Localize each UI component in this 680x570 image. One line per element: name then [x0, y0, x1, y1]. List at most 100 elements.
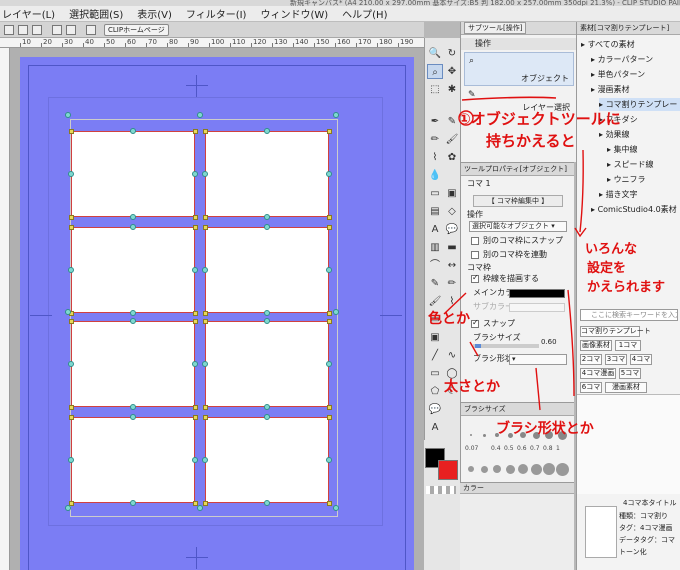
brush-size-preset[interactable]	[543, 463, 555, 475]
ruler-icon[interactable]: ▬	[444, 240, 460, 255]
panel-corner-handle[interactable]	[193, 311, 198, 316]
rectangle-icon[interactable]: ▭	[427, 366, 443, 381]
material-tree-item[interactable]: ▸ すべての素材	[581, 38, 635, 51]
menu-layer[interactable]: レイヤー(L)	[2, 6, 55, 21]
sub-color-swatch[interactable]	[509, 303, 565, 312]
selection-icon[interactable]: ⬚	[427, 82, 443, 97]
tag-button[interactable]: コマ割りテンプレート	[580, 326, 651, 337]
menu-window[interactable]: ウィンドウ(W)	[260, 6, 328, 21]
material-tree-item[interactable]: ▸ カラーパターン	[591, 53, 653, 66]
panel-handle[interactable]	[130, 310, 136, 316]
gradient-icon[interactable]: ▤	[427, 204, 443, 219]
rotate-icon[interactable]: ↻	[444, 46, 460, 61]
panel-corner-handle[interactable]	[193, 415, 198, 420]
new-icon[interactable]	[4, 25, 14, 35]
menu-view[interactable]: 表示(V)	[137, 6, 172, 21]
panel-corner-handle[interactable]	[327, 129, 332, 134]
material-tree-item[interactable]: ▸ 描き文字	[599, 188, 638, 201]
panel-handle[interactable]	[326, 267, 332, 273]
panel-handle[interactable]	[264, 500, 270, 506]
panel-corner-handle[interactable]	[327, 501, 332, 506]
pencil-icon[interactable]: ✏	[427, 132, 443, 147]
material-tree-item[interactable]: ▸ 集中線	[607, 143, 638, 156]
panel-handle[interactable]	[264, 318, 270, 324]
blend-icon[interactable]: 💧	[427, 168, 443, 183]
main-color-swatch[interactable]	[509, 289, 565, 298]
panel-handle[interactable]	[264, 404, 270, 410]
brush-size-preset[interactable]	[470, 434, 472, 436]
panel-handle[interactable]	[130, 214, 136, 220]
panel-handle[interactable]	[192, 267, 198, 273]
panel-handle[interactable]	[130, 404, 136, 410]
menu-help[interactable]: ヘルプ(H)	[342, 6, 387, 21]
correct-line-icon[interactable]: ⌒	[427, 258, 443, 273]
panel-handle[interactable]	[68, 361, 74, 367]
zoom-icon[interactable]: 🔍	[427, 46, 443, 61]
selection-handle[interactable]	[65, 112, 71, 118]
text-icon[interactable]: A	[427, 420, 443, 435]
balloon-icon[interactable]: 💬	[427, 402, 443, 417]
brush-size-preset[interactable]	[530, 463, 542, 475]
brush-size-preset[interactable]	[505, 464, 515, 474]
panel-corner-handle[interactable]	[203, 319, 208, 324]
tag-button[interactable]: 5コマ	[619, 368, 641, 379]
selection-handle[interactable]	[333, 309, 339, 315]
material-tree-item[interactable]: ▸ 漫画素材	[591, 83, 630, 96]
comic-panel[interactable]	[71, 131, 195, 217]
color-tab[interactable]: カラー	[460, 483, 574, 494]
comic-panel[interactable]	[205, 417, 329, 503]
panel-corner-handle[interactable]	[69, 215, 74, 220]
panel-corner-handle[interactable]	[203, 311, 208, 316]
tag-button[interactable]: 4コマ	[630, 354, 652, 365]
material-thumbnail[interactable]	[585, 506, 617, 558]
comic-panel[interactable]	[71, 417, 195, 503]
panel-corner-handle[interactable]	[69, 415, 74, 420]
brush-size-preset[interactable]	[493, 465, 501, 473]
panel-corner-handle[interactable]	[203, 415, 208, 420]
operation-tool-icon[interactable]: ⌕	[427, 64, 443, 79]
panel-corner-handle[interactable]	[203, 405, 208, 410]
menu-filter[interactable]: フィルター(I)	[186, 6, 247, 21]
panel-corner-handle[interactable]	[193, 215, 198, 220]
material-tree-item[interactable]: ▸ ウニフラ	[607, 173, 646, 186]
move-layer-icon[interactable]: ✥	[444, 64, 460, 79]
panel-handle[interactable]	[192, 171, 198, 177]
panel-handle[interactable]	[130, 128, 136, 134]
panel-handle[interactable]	[326, 457, 332, 463]
frame-border-icon[interactable]: ▥	[427, 240, 443, 255]
settings-icon[interactable]	[86, 25, 96, 35]
undo-icon[interactable]	[52, 25, 62, 35]
panel-corner-handle[interactable]	[327, 225, 332, 230]
figure-icon[interactable]: ◇	[444, 204, 460, 219]
comic-panel[interactable]	[71, 227, 195, 313]
panel-handle[interactable]	[202, 171, 208, 177]
panel-corner-handle[interactable]	[193, 405, 198, 410]
panel-handle[interactable]	[130, 318, 136, 324]
panel-corner-handle[interactable]	[193, 225, 198, 230]
material-tree-item[interactable]: ▸ ComicStudio4.0素材	[591, 203, 677, 216]
transparent-color[interactable]	[426, 486, 456, 494]
selection-handle[interactable]	[197, 505, 203, 511]
brush-size-preset[interactable]	[555, 462, 569, 476]
link-other-frame-checkbox[interactable]	[471, 251, 479, 259]
panel-handle[interactable]	[130, 414, 136, 420]
panel-handle[interactable]	[130, 224, 136, 230]
eraser-icon[interactable]: ▭	[427, 186, 443, 201]
tag-button[interactable]: 画像素材	[580, 340, 612, 351]
operation-select[interactable]: 選択可能なオブジェクト ▾	[469, 221, 567, 232]
comic-panel[interactable]	[205, 321, 329, 407]
eyedropper-icon[interactable]: ✒	[427, 114, 443, 129]
clip-homepage-button[interactable]: CLIPホームページ	[104, 24, 169, 36]
panel-handle[interactable]	[264, 414, 270, 420]
text-icon[interactable]: A	[427, 222, 443, 237]
fill-icon[interactable]: ▣	[444, 186, 460, 201]
subtool-item-object[interactable]: ⌕ オブジェクト	[464, 52, 574, 86]
selection-handle[interactable]	[65, 505, 71, 511]
snap-other-frame-checkbox[interactable]	[471, 237, 479, 245]
panel-corner-handle[interactable]	[203, 215, 208, 220]
panel-handle[interactable]	[192, 361, 198, 367]
canvas-area[interactable]	[10, 48, 424, 570]
save-icon[interactable]	[32, 25, 42, 35]
panel-handle[interactable]	[68, 457, 74, 463]
panel-handle[interactable]	[192, 457, 198, 463]
